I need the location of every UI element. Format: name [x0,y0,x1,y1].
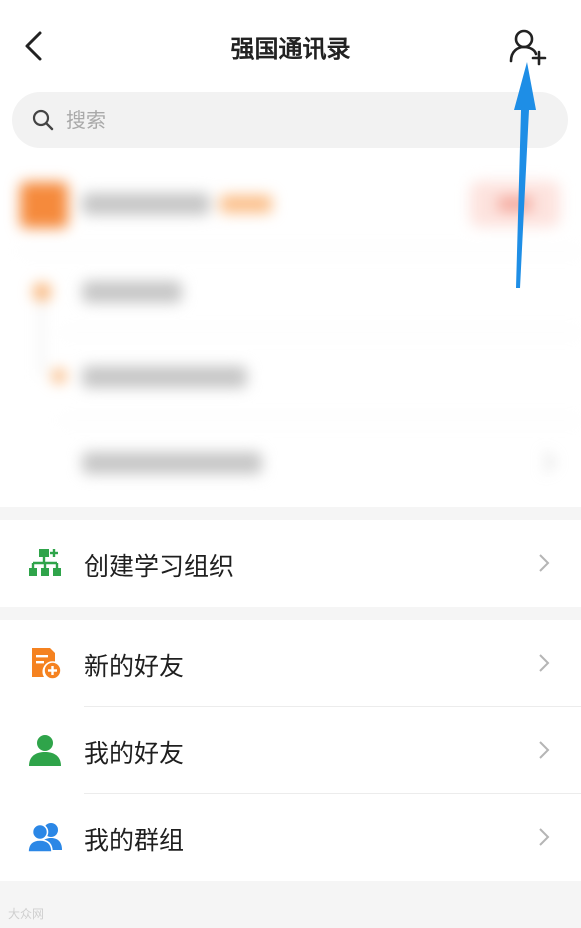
new-friend-icon [32,648,62,680]
my-friends-label: 我的好友 [84,739,185,768]
search-bar[interactable] [12,92,568,148]
blurred-content [0,155,581,507]
blurred-subdept-name [82,366,247,388]
contacts-section: 新的好友 我的好友 我的群组 [0,620,581,881]
top-bar: 强国通讯录 [0,0,581,92]
add-contact-button[interactable] [506,24,552,68]
blurred-organization-area [0,155,581,507]
my-groups-label: 我的群组 [84,826,185,855]
create-org-label: 创建学习组织 [84,552,235,581]
blurred-org-name [82,193,210,215]
new-friends-row[interactable]: 新的好友 [0,620,581,707]
blurred-node-dot [52,369,66,383]
blurred-org-tag [220,195,272,213]
blurred-org-button [470,181,560,227]
search-icon [32,109,54,131]
chevron-right-icon [539,654,550,672]
add-contact-icon [509,29,547,66]
blurred-divider [60,420,581,421]
blurred-divider [20,251,581,252]
chevron-right-icon [539,741,550,759]
blurred-member-name [82,452,262,474]
search-input[interactable] [66,105,546,135]
blurred-divider [60,332,581,333]
search-area [0,92,581,155]
watermark: 大众网 [8,907,45,921]
org-chart-icon [29,549,61,576]
create-org-row[interactable]: 创建学习组织 [0,520,581,607]
blurred-node-dot [33,283,51,301]
create-org-section: 创建学习组织 [0,520,581,607]
chevron-right-icon [539,554,550,572]
chevron-right-icon [539,828,550,846]
new-friends-label: 新的好友 [84,652,185,681]
person-icon [29,735,61,766]
blurred-dept-name [82,281,182,303]
my-friends-row[interactable]: 我的好友 [0,707,581,794]
blurred-chevron [535,452,555,472]
blurred-org-logo [20,182,68,228]
my-groups-row[interactable]: 我的群组 [0,794,581,881]
page-title: 强国通讯录 [230,35,351,63]
group-icon [28,823,62,853]
blurred-tree-line [40,300,43,375]
